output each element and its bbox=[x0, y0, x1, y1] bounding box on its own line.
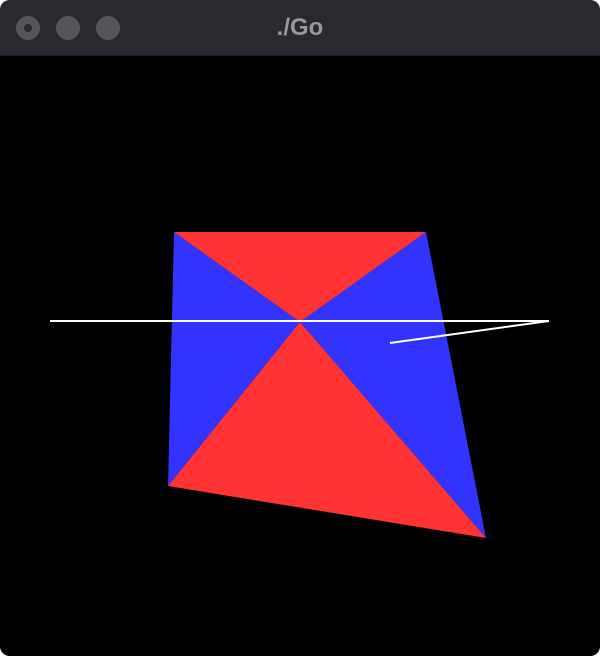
scene-svg bbox=[50, 232, 550, 538]
window-title: ./Go bbox=[276, 14, 324, 41]
render-canvas[interactable] bbox=[0, 56, 600, 656]
app-window: ./Go bbox=[0, 0, 600, 656]
title-bar[interactable]: ./Go bbox=[0, 0, 600, 56]
